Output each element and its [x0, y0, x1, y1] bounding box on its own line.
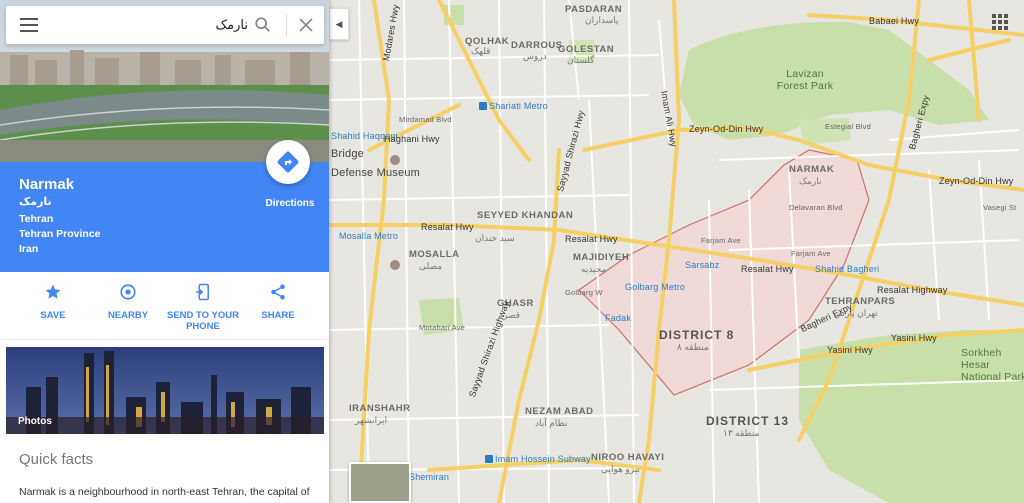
park-label-lavizan: Lavizan Forest Park [776, 68, 834, 92]
district-label-8-fa: منطقه ۸ [677, 342, 709, 352]
nearby-icon [120, 284, 136, 300]
landmark-label-bridge: Bridge [331, 148, 364, 160]
share-label: SHARE [261, 310, 295, 321]
area-label-golestan-fa: گلستان [567, 55, 595, 65]
place-native-name: نارمک [19, 195, 52, 208]
address-city: Tehran [19, 213, 54, 225]
street-label-farjam-2: Farjam Ave [791, 249, 831, 258]
metro-label-shemiran: Shemiran [409, 472, 450, 482]
area-label-mosalla: MOSALLA [409, 249, 460, 260]
side-panel: Narmak نارمک Tehran Tehran Province Iran… [0, 0, 329, 503]
hwy-east [927, 38, 1011, 62]
hwy-label-yasini-1: Yasini Hwy [827, 345, 873, 355]
photos-card[interactable]: Photos [6, 347, 324, 434]
street-label-vasegi: Vasegi St [983, 203, 1017, 212]
district-label-8: DISTRICT 8 [659, 328, 735, 342]
area-label-majidiyeh: MAJIDIYEH [573, 252, 630, 263]
save-button[interactable]: SAVE [20, 282, 86, 321]
directions-button[interactable] [266, 140, 310, 184]
search-divider [286, 14, 287, 36]
area-label-iranshahr: IRANSHAHR [349, 403, 411, 414]
hwy-label-resalat-highway: Resalat Highway [877, 285, 948, 295]
search-input[interactable] [54, 6, 248, 44]
street-label-estegial: Estegial Blvd [825, 122, 871, 131]
area-label-golestan: GOLESTAN [558, 44, 615, 55]
search-icon[interactable] [254, 16, 272, 34]
address-province: Tehran Province [19, 228, 101, 240]
street-label-golbarg-w: Golbarg W [565, 288, 603, 297]
area-label-tehranpars: TEHRANPARS [825, 296, 896, 307]
area-label-seyyed-khandan-fa: سید خندان [475, 233, 515, 243]
area-label-narmak: NARMAK [789, 164, 835, 175]
quick-facts-title: Quick facts [19, 451, 94, 468]
hwy-label-zeyn-od-din-2: Zeyn-Od-Din Hwy [939, 176, 1014, 186]
hwy-label-yasini-2: Yasini Hwy [891, 333, 937, 343]
share-button[interactable]: SHARE [245, 282, 311, 321]
hero-image[interactable] [0, 0, 329, 162]
phone-icon [196, 283, 209, 301]
quick-facts-text: Narmak is a neighbourhood in north-east … [19, 486, 310, 498]
street-label-motahari: Motahari Ave [419, 323, 466, 332]
street-label-delavaran: Delavaran Blvd [789, 203, 843, 212]
area-label-iranshahr-fa: ایرانشهر [355, 415, 388, 425]
area-label-mosalla-fa: مصلی [419, 261, 443, 271]
map-canvas[interactable]: PASDARAN پاسداران QOLHAK قلهک DARROUS در… [329, 0, 1024, 503]
area-label-darrous: DARROUS [511, 40, 563, 51]
satellite-toggle-thumbnail[interactable] [349, 462, 411, 503]
hwy-label-resalat-2: Resalat Hwy [565, 234, 618, 244]
save-label: SAVE [40, 310, 66, 321]
photos-label: Photos [18, 416, 52, 427]
search-box [6, 6, 324, 44]
send-to-phone-button[interactable]: SEND TO YOUR PHONE [165, 282, 241, 332]
directions-icon [277, 151, 299, 173]
metro-label-sarsabz: Sarsabz [685, 260, 720, 270]
nearby-label: NEARBY [107, 310, 149, 321]
area-label-darrous-fa: دروس [523, 51, 547, 61]
collapse-panel-button[interactable]: ◀ [329, 8, 349, 40]
metro-label-mosalla: Mosalla Metro [339, 231, 399, 241]
send-to-phone-label: SEND TO YOUR PHONE [167, 310, 239, 332]
directions-label[interactable]: Directions [255, 198, 325, 209]
action-bar: SAVE NEARBY SEND TO YOUR PHONE SHARE [0, 272, 329, 340]
metro-label-golbarg: Golbarg Metro [625, 282, 686, 292]
hwy-label-babaei: Babaei Hwy [869, 16, 920, 26]
photos-thumbnail [6, 347, 324, 434]
address-country: Iran [19, 243, 39, 255]
street-label-mirdamad: Mirdamad Blvd [399, 115, 452, 124]
caret-left-icon: ◀ [335, 18, 343, 29]
nearby-button[interactable]: NEARBY [95, 282, 161, 321]
area-label-nezam-abad-fa: نظام آباد [535, 418, 568, 428]
street-label-farjam-1: Farjam Ave [701, 236, 741, 245]
star-icon [45, 284, 61, 299]
district-label-13: DISTRICT 13 [706, 414, 790, 428]
area-label-pasdaran: PASDARAN [565, 4, 623, 15]
area-label-seyyed-khandan: SEYYED KHANDAN [477, 210, 574, 221]
district-label-13-fa: منطقه ۱۳ [723, 428, 760, 438]
area-label-qolhak-fa: قلهک [471, 46, 491, 56]
metro-label-shariati: Shariati Metro [479, 101, 548, 111]
hwy-label-zeyn-od-din-1: Zeyn-Od-Din Hwy [689, 124, 764, 134]
metro-label-imam-hossein: Imam Hossein Subway [485, 454, 591, 464]
menu-icon[interactable] [20, 18, 38, 32]
area-label-niroo-havayi: NIROO HAVAYI [591, 452, 665, 463]
metro-label-shahid-haqqani: Shahid Haqqani [331, 131, 398, 141]
place-name: Narmak [19, 176, 75, 193]
hwy-label-resalat-3: Resalat Hwy [741, 264, 794, 274]
apps-grid-icon[interactable] [992, 14, 1008, 30]
landmark-label-defense-museum: Defense Museum [331, 167, 421, 179]
area-label-niroo-havayi-fa: نیرو هوایی [601, 464, 640, 474]
share-icon [271, 284, 285, 300]
park-label-sorkheh-hesar: Sorkheh Hesar National Park [961, 347, 1024, 383]
area-label-narmak-fa: نارمک [799, 176, 822, 186]
area-label-nezam-abad: NEZAM ABAD [525, 406, 594, 417]
area-label-majidiyeh-fa: مجیدیه [581, 264, 607, 274]
hwy-label-resalat-1: Resalat Hwy [421, 222, 474, 232]
metro-label-shahid-bagheri: Shahid Bagheri [815, 264, 880, 274]
metro-label-fadak: Fadak [605, 313, 632, 323]
area-label-pasdaran-fa: پاسداران [585, 15, 619, 25]
close-icon[interactable] [298, 17, 314, 33]
